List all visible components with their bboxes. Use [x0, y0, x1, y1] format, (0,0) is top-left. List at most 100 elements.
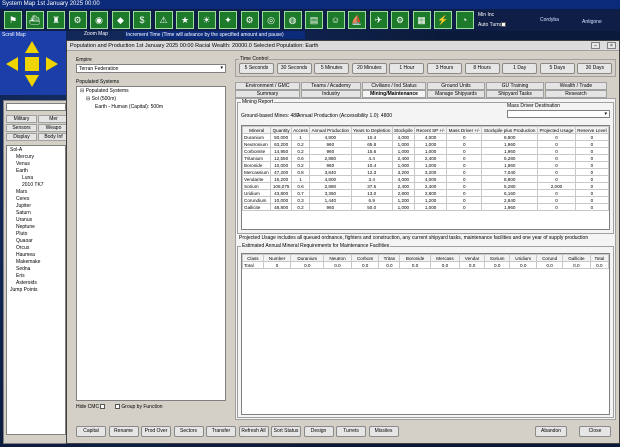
column-header[interactable]: Class	[242, 254, 264, 262]
ship2-icon[interactable]: ⛵	[348, 11, 366, 29]
column-header[interactable]: Stockpile	[391, 126, 415, 134]
sort-status-button[interactable]: Sort Status	[271, 426, 301, 437]
time-button-8-hours[interactable]: 8 Hours	[464, 63, 500, 74]
laser-icon[interactable]: ⚡	[434, 11, 452, 29]
tab-environment-gmc[interactable]: Environment / GMC	[235, 82, 300, 90]
close-button[interactable]: Close	[579, 426, 611, 437]
turrets-button[interactable]: Turrets	[336, 426, 366, 437]
time-button-1-day[interactable]: 1 Day	[502, 63, 538, 74]
design-button[interactable]: Design	[303, 426, 334, 437]
tab-mining-maintenance[interactable]: Mining/Maintenance	[362, 90, 426, 98]
tree-item-earth[interactable]: Earth	[8, 168, 64, 175]
column-header[interactable]: Duranium	[290, 254, 325, 262]
hide-cmc-option[interactable]: Hide CMC	[76, 404, 106, 410]
tab-manage-shipyards[interactable]: Manage Shipyards	[427, 90, 485, 98]
column-header[interactable]: Neutron	[323, 254, 352, 262]
column-header[interactable]: Tritan	[378, 254, 401, 262]
left-tab-display[interactable]: Display	[6, 133, 37, 141]
populated-tree[interactable]: ⊟ Populated Systems ⊟ Sol (500m) Earth -…	[76, 86, 226, 401]
tree-item-luna[interactable]: Luna	[8, 175, 64, 182]
column-header[interactable]: Total	[589, 254, 610, 262]
column-header[interactable]: Corbom	[350, 254, 380, 262]
time-button-1-hour[interactable]: 1 Hour	[389, 63, 425, 74]
empire-select[interactable]: Terran Federation ▾	[76, 64, 226, 73]
tree-item-2010-tk7[interactable]: 2010 TK7	[8, 182, 64, 189]
table-row[interactable]: Sorium 108,075 0.6 2,880 37.5 2,400 2,400 0 5,28…	[241, 182, 610, 190]
column-header[interactable]: Vendar	[459, 254, 486, 262]
column-header[interactable]: Reserve Level	[574, 126, 610, 134]
time-button-30-seconds[interactable]: 30 Seconds	[276, 63, 312, 74]
ground-icon[interactable]: ♜	[47, 11, 65, 29]
star-icon[interactable]: ★	[176, 11, 194, 29]
ship-icon[interactable]: ⛴	[25, 11, 44, 29]
time-button-5-minutes[interactable]: 5 Minutes	[314, 63, 350, 74]
tab-gu-training[interactable]: GU Training	[486, 82, 544, 90]
minimize-button[interactable]: –	[591, 42, 600, 49]
time-button-30-days[interactable]: 30 Days	[577, 63, 613, 74]
missiles-button[interactable]: Missiles	[368, 426, 399, 437]
economy-icon[interactable]: $	[133, 11, 151, 29]
time-button-5-seconds[interactable]: 5 Seconds	[239, 63, 274, 74]
tree-item-eris[interactable]: Eris	[8, 273, 64, 280]
tab-civilians-ind-status[interactable]: Civilians / Ind Status	[362, 82, 426, 90]
chart-icon[interactable]: ▤	[305, 11, 323, 29]
table-row[interactable]: Neutronium 63,200 0.2 960 65.8 1,000 1,000 0 1,9…	[241, 140, 610, 148]
sun-icon[interactable]: ☀	[197, 11, 216, 29]
hide-cmc-checkbox[interactable]	[100, 404, 106, 410]
system-tree[interactable]: Sol-A Mercury Venus Earth Luna 2010 TK7 Mars Ce…	[6, 145, 66, 435]
auto-turns-checkbox[interactable]	[501, 22, 506, 28]
left-tab-mer[interactable]: Mer	[38, 115, 69, 123]
column-header[interactable]: Gallicite	[562, 254, 591, 262]
prod-over-button[interactable]: Prod Over	[141, 426, 171, 437]
tree-item-asteroids[interactable]: Asteroids	[8, 280, 64, 287]
group-by-function-option[interactable]: Group by Function	[115, 404, 163, 410]
time-button-5-days[interactable]: 5 Days	[539, 63, 575, 74]
tree-item-venus[interactable]: Venus	[8, 161, 64, 168]
tree-item-neptune[interactable]: Neptune	[8, 224, 64, 231]
tab-teams-academy[interactable]: Teams / Academy	[301, 82, 361, 90]
mineral-icon[interactable]: ◆	[111, 11, 130, 29]
table-row[interactable]: Gallicite 48,800 0.2 960 50.0 1,000 1,000 0 1,96…	[241, 203, 610, 211]
column-header[interactable]: Years to Depletion	[350, 126, 393, 134]
tree-item-sedna[interactable]: Sedna	[8, 266, 64, 273]
column-header[interactable]: Stockpile plus Production	[481, 126, 539, 134]
left-tab-body-inf[interactable]: Body Inf	[38, 133, 69, 141]
system-select[interactable]	[6, 103, 66, 111]
target-icon[interactable]: ◎	[262, 11, 280, 29]
tab-summary[interactable]: Summary	[235, 90, 300, 98]
tree-system[interactable]: ⊟ Sol (500m)	[77, 95, 225, 103]
table-row[interactable]: Boronide 10,000 0.2 960 10.4 1,000 1,000 0 1,960…	[241, 161, 610, 169]
gear2-icon[interactable]: ⚙	[391, 11, 409, 29]
column-header[interactable]: Access	[290, 126, 311, 134]
tree-item-ceres[interactable]: Ceres	[8, 196, 64, 203]
table-row[interactable]: Corundium 10,000 0.3 1,440 6.9 1,200 1,200 0 2,6…	[241, 196, 610, 204]
tree-item-mercury[interactable]: Mercury	[8, 154, 64, 161]
plane-icon[interactable]: ✈	[369, 11, 388, 29]
scroll-up-icon[interactable]	[25, 41, 39, 53]
sectors-button[interactable]: Sectors	[173, 426, 204, 437]
tree-item-sol-a[interactable]: Sol-A	[8, 147, 64, 154]
column-header[interactable]: Boronide	[399, 254, 431, 262]
tree-item-jupiter[interactable]: Jupiter	[8, 203, 64, 210]
rename-button[interactable]: Rename	[108, 426, 139, 437]
scroll-left-icon[interactable]	[6, 57, 18, 71]
tree-item-makemake[interactable]: Makemake	[8, 259, 64, 266]
capital-button[interactable]: Capital	[76, 426, 106, 437]
sector-icon[interactable]: ▦	[412, 11, 431, 29]
tree-item-jump-points[interactable]: Jump Points	[8, 287, 64, 294]
tab-wealth-trade[interactable]: Wealth / Trade	[545, 82, 607, 90]
tab-industry[interactable]: Industry	[301, 90, 361, 98]
tree-item-pluto[interactable]: Pluto	[8, 231, 64, 238]
fleet-icon[interactable]: ⚑	[4, 11, 22, 29]
survey-icon[interactable]: ◔	[455, 11, 474, 29]
radar-icon[interactable]: ◍	[283, 11, 302, 29]
left-tab-military[interactable]: Military	[6, 115, 37, 123]
abandon-button[interactable]: Abandon	[535, 426, 567, 437]
column-header[interactable]: Corund	[536, 254, 564, 262]
tech-icon[interactable]: ⚙	[68, 11, 87, 29]
tab-ground-units[interactable]: Ground Units	[427, 82, 485, 90]
mass-driver-select[interactable]: ▾	[507, 110, 610, 118]
column-header[interactable]: Projected Usage	[537, 126, 576, 134]
tree-item-uranus[interactable]: Uranus	[8, 217, 64, 224]
tree-item-orcus[interactable]: Orcus	[8, 245, 64, 252]
